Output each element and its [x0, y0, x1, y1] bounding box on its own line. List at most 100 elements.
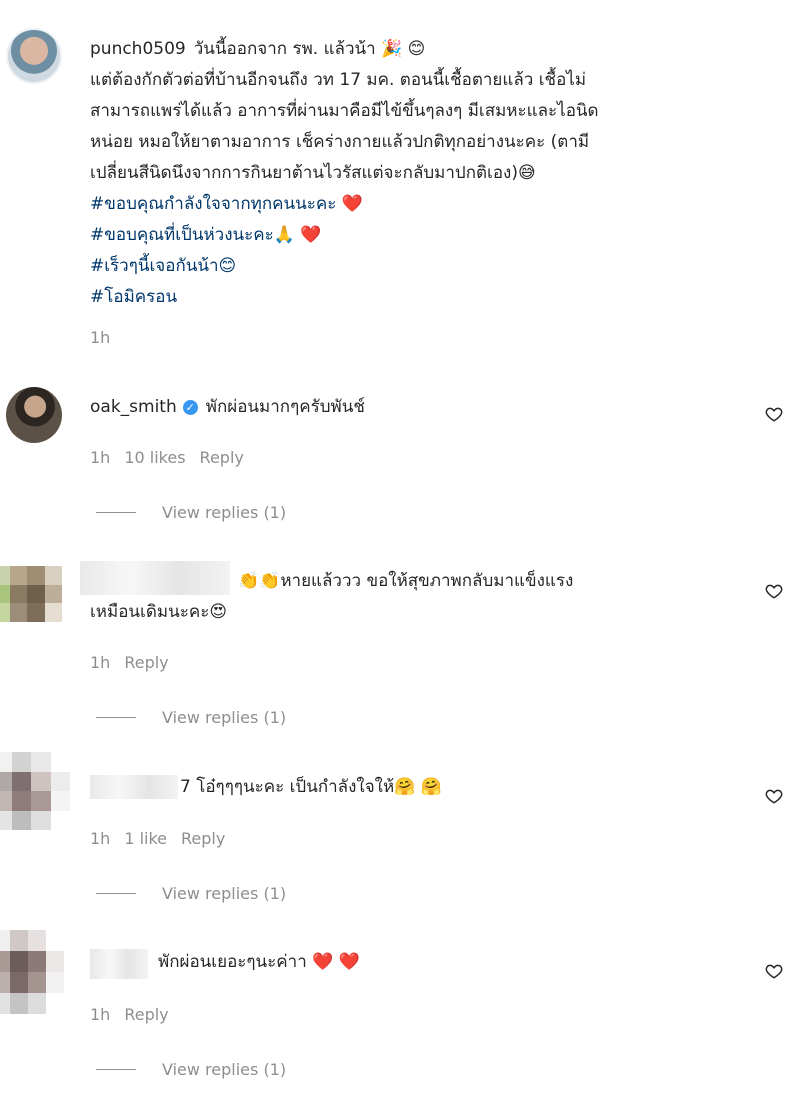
comment-body: 7 โอ๋ๆๆๆนะคะ เป็นกำลังใจให้🤗 🤗	[180, 777, 442, 797]
view-replies-button[interactable]: View replies (1)	[96, 503, 286, 522]
pixelated-block	[27, 566, 45, 585]
avatar[interactable]	[0, 752, 70, 830]
heart-outline-icon[interactable]	[765, 405, 783, 423]
reply-button[interactable]: Reply	[181, 829, 225, 848]
pixelated-block	[44, 566, 62, 585]
divider	[96, 512, 136, 513]
comment-time[interactable]: 1h	[90, 829, 110, 848]
avatar[interactable]	[0, 930, 64, 1014]
pixelated-block	[46, 972, 64, 993]
pixelated-block	[11, 771, 31, 791]
pixelated-block	[27, 584, 45, 604]
blurred-username[interactable]	[90, 775, 178, 799]
post-caption-line: หน่อย หมอให้ยาตามอาการ เช็คร่างกายแล้วปก…	[90, 132, 590, 152]
heart-outline-icon[interactable]	[765, 582, 783, 600]
post-meta: 1h	[90, 328, 124, 347]
pixelated-block	[0, 752, 12, 772]
avatar[interactable]	[0, 566, 62, 622]
pixelated-block	[10, 972, 28, 993]
pixelated-block	[10, 930, 28, 951]
pixelated-block	[9, 566, 27, 585]
verified-badge-icon: ✓	[182, 400, 198, 415]
pixelated-block	[46, 951, 64, 972]
comment-time[interactable]: 1h	[90, 1005, 110, 1024]
pixelated-block	[46, 930, 64, 951]
pixelated-block	[31, 752, 51, 772]
comment-body: เหมือนเดิมนะคะ😍	[90, 602, 228, 622]
pixelated-block	[11, 810, 31, 830]
reply-button[interactable]: Reply	[124, 1005, 168, 1024]
avatar[interactable]	[6, 387, 62, 443]
comment-body: พักผ่อนมากๆครับพันช์	[205, 397, 365, 417]
pixelated-block	[31, 810, 51, 830]
pixelated-block	[0, 771, 12, 791]
pixelated-block	[0, 972, 10, 993]
post-caption-line: เปลี่ยนสีนิดนึงจากการกินยาต้านไวรัสแต่จะ…	[90, 163, 536, 183]
pixelated-block	[0, 951, 10, 972]
comment-meta: 1h Reply	[90, 1005, 183, 1024]
comment-likes[interactable]: 10 likes	[124, 448, 185, 467]
comment-meta: 1h 1 like Reply	[90, 829, 239, 848]
comment-username[interactable]: oak_smith	[90, 397, 177, 417]
pixelated-block	[0, 566, 10, 585]
comment-body: พักผ่อนเยอะๆนะค่าา ❤️ ❤️	[158, 952, 360, 972]
view-replies-button[interactable]: View replies (1)	[96, 1060, 286, 1079]
pixelated-block	[50, 810, 70, 830]
post-caption-line-1: punch0509 วันนี้ออกจาก รพ. แล้วน้า 🎉 😊	[90, 34, 425, 65]
view-replies-label: View replies (1)	[162, 708, 287, 727]
pixelated-block	[0, 810, 12, 830]
pixelated-block	[9, 584, 27, 604]
post-caption-line: สามารถแพร่ได้แล้ว อาการที่ผ่านมาคือมีไข้…	[90, 101, 599, 121]
pixelated-block	[28, 951, 46, 972]
pixelated-block	[0, 603, 10, 622]
heart-outline-icon[interactable]	[765, 962, 783, 980]
pixelated-block	[0, 791, 12, 811]
pixelated-block	[11, 752, 31, 772]
pixelated-block	[50, 752, 70, 772]
comment-time[interactable]: 1h	[90, 448, 110, 467]
comment-likes[interactable]: 1 like	[124, 829, 167, 848]
divider	[96, 1069, 136, 1070]
view-replies-label: View replies (1)	[162, 503, 287, 522]
pixelated-block	[44, 603, 62, 622]
post-username[interactable]: punch0509	[90, 39, 186, 59]
pixelated-block	[0, 993, 10, 1014]
pixelated-block	[11, 791, 31, 811]
pixelated-block	[46, 993, 64, 1014]
comment-meta: 1h 10 likes Reply	[90, 448, 258, 467]
post-text: วันนี้ออกจาก รพ. แล้วน้า 🎉 😊	[193, 39, 426, 59]
reply-button[interactable]: Reply	[200, 448, 244, 467]
heart-outline-icon[interactable]	[765, 787, 783, 805]
comment-time[interactable]: 1h	[90, 653, 110, 672]
hashtag-link[interactable]: #โอมิครอน	[90, 282, 177, 313]
reply-button[interactable]: Reply	[124, 653, 168, 672]
hashtag-link[interactable]: #ขอบคุณที่เป็นห่วงนะคะ🙏 ❤️	[90, 220, 321, 251]
pixelated-block	[50, 771, 70, 791]
pixelated-block	[28, 930, 46, 951]
pixelated-block	[27, 603, 45, 622]
hashtag-link[interactable]: #เร็วๆนี้เจอกันน้า😊	[90, 251, 236, 282]
view-replies-button[interactable]: View replies (1)	[96, 708, 286, 727]
pixelated-block	[31, 771, 51, 791]
pixelated-block	[44, 584, 62, 604]
divider	[96, 717, 136, 718]
post-time[interactable]: 1h	[90, 328, 110, 347]
view-replies-label: View replies (1)	[162, 1060, 287, 1079]
blurred-username[interactable]	[80, 561, 230, 595]
post-caption-line: แต่ต้องกักตัวต่อที่บ้านอีกจนถึง วท 17 มค…	[90, 70, 587, 90]
pixelated-block	[10, 993, 28, 1014]
avatar[interactable]	[6, 28, 62, 84]
pixelated-block	[0, 930, 10, 951]
divider	[96, 893, 136, 894]
view-replies-button[interactable]: View replies (1)	[96, 884, 286, 903]
pixelated-block	[9, 603, 27, 622]
hashtag-link[interactable]: #ขอบคุณกำลังใจจากทุกคนนะคะ ❤️	[90, 189, 363, 220]
comment-meta: 1h Reply	[90, 653, 183, 672]
view-replies-label: View replies (1)	[162, 884, 287, 903]
pixelated-block	[28, 993, 46, 1014]
blurred-username[interactable]	[90, 949, 148, 979]
comment-text: oak_smith ✓ พักผ่อนมากๆครับพันช์	[90, 392, 365, 423]
pixelated-block	[0, 584, 10, 604]
pixelated-block	[28, 972, 46, 993]
pixelated-block	[50, 791, 70, 811]
